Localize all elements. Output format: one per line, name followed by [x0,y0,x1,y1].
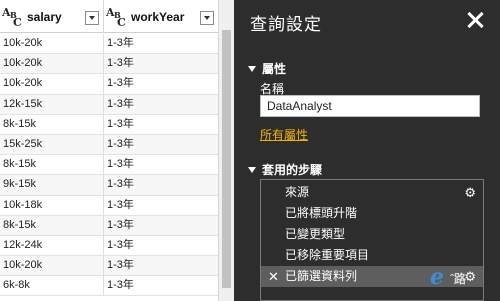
column-title: workYear [131,9,185,24]
grid-header: ABC salary ABC workYear [0,0,218,33]
query-settings-panel: 查詢設定 屬性 名稱 DataAnalyst 所有屬性 套用的步驟 來源 ⚙ 已將標… [234,0,500,301]
workyear-cell[interactable]: 1-3年 [104,216,218,235]
applied-step[interactable]: 已變更類型 [261,224,483,245]
watermark-text: ˆ路 [450,272,466,286]
delete-step-icon[interactable]: ✕ [268,266,279,287]
properties-section-toggle[interactable]: 屬性 [248,60,286,77]
salary-cell[interactable]: 10k-18k [0,195,104,215]
salary-cell[interactable]: 6k-8k [0,276,104,296]
table-row[interactable]: 8k-15k 1-3年 [0,155,218,176]
filter-dropdown-icon[interactable] [200,11,214,25]
workyear-cell[interactable]: 1-3年 [104,155,218,174]
table-row[interactable]: 12k-15k 1-3年 [0,94,218,115]
table-row[interactable]: 10k-20k 1-3年 [0,256,218,277]
scrollbar-thumb[interactable] [222,30,231,288]
salary-cell[interactable]: 8k-15k [0,114,104,134]
applied-step-label: 已篩選資料列 [285,269,358,283]
collapse-triangle-icon [248,166,256,173]
vertical-scrollbar[interactable] [218,0,234,301]
applied-steps-section-toggle[interactable]: 套用的步驟 [248,161,322,178]
workyear-cell[interactable]: 1-3年 [104,54,218,73]
applied-step[interactable]: 已將標頭升階 [261,203,483,224]
close-icon[interactable] [466,11,484,29]
salary-cell[interactable]: 10k-20k [0,256,104,276]
panel-title: 查詢設定 [250,15,322,34]
workyear-cell[interactable]: 1-3年 [104,236,218,255]
table-row[interactable]: 10k-20k 1-3年 [0,34,218,55]
salary-cell[interactable]: 10k-20k [0,54,104,74]
workyear-cell[interactable]: 1-3年 [104,175,218,194]
table-row[interactable]: 6k-8k 1-3年 [0,276,218,297]
table-row[interactable]: 10k-18k 1-3年 [0,195,218,216]
salary-cell[interactable]: 10k-20k [0,34,104,54]
table-row[interactable]: 10k-20k 1-3年 [0,54,218,75]
workyear-cell[interactable]: 1-3年 [104,196,218,215]
salary-cell[interactable]: 12k-15k [0,94,104,114]
text-type-icon[interactable]: ABC [106,5,128,29]
watermark-logo: e ˆ路 [430,262,490,294]
workyear-cell[interactable]: 1-3年 [104,115,218,134]
text-type-icon[interactable]: ABC [2,5,24,29]
collapse-triangle-icon [248,65,256,72]
filter-dropdown-icon[interactable] [85,11,99,25]
table-row[interactable]: 8k-15k 1-3年 [0,114,218,135]
column-header-workyear[interactable]: ABC workYear [104,0,218,33]
table-row[interactable]: 12k-24k 1-3年 [0,235,218,257]
column-title: salary [27,9,62,24]
applied-steps-heading: 套用的步驟 [262,163,323,177]
salary-cell[interactable]: 15k-25k [0,134,104,155]
workyear-cell[interactable]: 1-3年 [104,276,218,295]
workyear-cell[interactable]: 1-3年 [104,256,218,275]
salary-cell[interactable]: 12k-24k [0,235,104,256]
applied-step-label: 已移除重要項目 [285,248,370,262]
table-row[interactable]: 8k-15k 1-3年 [0,215,218,236]
table-row[interactable]: 10k-20k 1-3年 [0,74,218,95]
applied-step[interactable]: 來源 ⚙ [261,182,483,203]
all-properties-link[interactable]: 所有屬性 [260,126,308,143]
salary-cell[interactable]: 9k-15k [0,175,104,195]
workyear-cell[interactable]: 1-3年 [104,95,218,114]
salary-cell[interactable]: 8k-15k [0,155,104,175]
properties-heading: 屬性 [262,62,287,76]
applied-step-label: 來源 [285,185,310,199]
salary-cell[interactable]: 10k-20k [0,74,104,94]
table-row[interactable]: 9k-15k 1-3年 [0,175,218,196]
workyear-cell[interactable]: 1-3年 [104,34,218,53]
watermark-e-icon: e [430,264,444,290]
gear-icon[interactable]: ⚙ [464,186,476,199]
column-header-salary[interactable]: ABC salary [0,0,104,33]
applied-step-label: 已變更類型 [285,227,346,241]
workyear-cell[interactable]: 1-3年 [104,74,218,93]
table-row[interactable]: 15k-25k 1-3年 [0,134,218,156]
workyear-cell[interactable]: 1-3年 [104,135,218,154]
grid-rows: 10k-20k 1-3年 10k-20k 1-3年 10k-20k 1-3年 12k-15k… [0,34,218,297]
data-grid: ABC salary ABC workYear 10k-20k 1-3年 10k-2… [0,0,234,301]
applied-step-label: 已將標頭升階 [285,206,358,220]
salary-cell[interactable]: 8k-15k [0,215,104,235]
query-name-input[interactable]: DataAnalyst [260,95,480,117]
